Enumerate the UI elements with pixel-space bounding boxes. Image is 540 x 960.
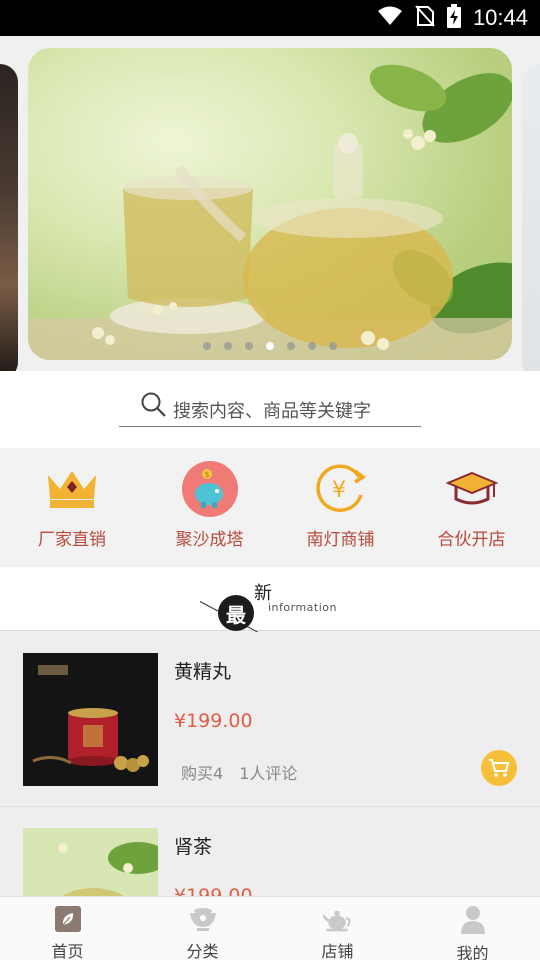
product-item[interactable]: 肾茶 ¥199.00 [0,807,540,896]
category-label: 合伙开店 [437,530,506,550]
banner-slide-tea[interactable] [28,48,512,360]
status-bar: 10:44 [0,0,540,36]
nav-shop[interactable]: 店铺 [270,897,405,960]
yen-coin-icon: ¥ [311,464,371,514]
nav-category[interactable]: 分类 [135,897,270,960]
category-row: 厂家直销 $ 聚沙成塔 ¥ 南灯商铺 合伙开店 [0,448,540,567]
tea-photo [28,64,512,360]
banner-carousel[interactable] [0,36,540,371]
nav-label: 店铺 [321,942,354,960]
search-box[interactable] [119,391,421,427]
latest-big-char: 最 [218,595,254,631]
clock: 10:44 [472,5,528,30]
search-section [0,371,540,448]
nav-profile[interactable]: 我的 [405,897,540,960]
category-shop[interactable]: ¥ 南灯商铺 [275,448,406,567]
purchase-count: 购买4 [181,764,224,783]
carousel-dot[interactable] [308,342,316,350]
nav-label: 分类 [186,942,219,960]
no-sim-icon [415,5,435,31]
category-label: 厂家直销 [38,530,106,550]
latest-logo: 最 新 information [199,579,360,636]
product-price: ¥199.00 [174,885,253,896]
battery-charging-icon [446,4,461,32]
carousel-dots[interactable] [28,342,512,350]
svg-text:$: $ [204,470,209,479]
teapot-icon [322,905,353,933]
nav-home[interactable]: 首页 [0,897,135,960]
next-slide-peek[interactable] [522,64,540,371]
user-icon [458,905,488,935]
product-image[interactable] [23,828,158,896]
carousel-dot[interactable] [203,342,211,350]
category-label: 南灯商铺 [306,530,375,550]
graduation-cap-icon [442,464,502,514]
cart-icon [489,759,510,777]
prev-slide-peek[interactable] [0,64,18,371]
nav-label: 我的 [456,944,489,960]
crown-icon [42,464,102,514]
product-name[interactable]: 肾茶 [174,832,212,859]
search-icon [141,392,167,422]
product-image[interactable] [23,653,158,786]
product-meta: 购买4 1人评论 [181,760,297,784]
category-partner[interactable]: 合伙开店 [406,448,537,567]
product-item[interactable]: 黄精丸 ¥199.00 购买4 1人评论 [0,632,540,807]
search-input[interactable] [173,397,413,425]
carousel-dot[interactable] [224,342,232,350]
carousel-dot-active[interactable] [266,342,274,350]
home-leaf-icon [53,905,83,933]
piggy-bank-icon: $ [180,461,240,517]
category-factory-direct[interactable]: 厂家直销 [0,448,144,567]
category-bowl-icon [188,905,218,933]
carousel-dot[interactable] [329,342,337,350]
add-to-cart-button[interactable] [481,750,517,786]
product-price: ¥199.00 [174,710,253,732]
carousel-dot[interactable] [287,342,295,350]
carousel-dot[interactable] [245,342,253,350]
category-label: 聚沙成塔 [175,530,244,550]
review-count: 1人评论 [239,764,298,783]
wifi-icon [377,5,403,31]
nav-label: 首页 [51,942,84,960]
product-name[interactable]: 黄精丸 [174,657,231,684]
category-savings[interactable]: $ 聚沙成塔 [144,448,275,567]
svg-text:¥: ¥ [332,478,346,503]
bottom-nav: 首页 分类 店铺 我的 [0,896,540,960]
latest-en-text: information [268,601,337,614]
latest-section-header: 最 新 information [0,567,540,636]
product-list[interactable]: 黄精丸 ¥199.00 购买4 1人评论 肾茶 ¥199.00 [0,632,540,896]
